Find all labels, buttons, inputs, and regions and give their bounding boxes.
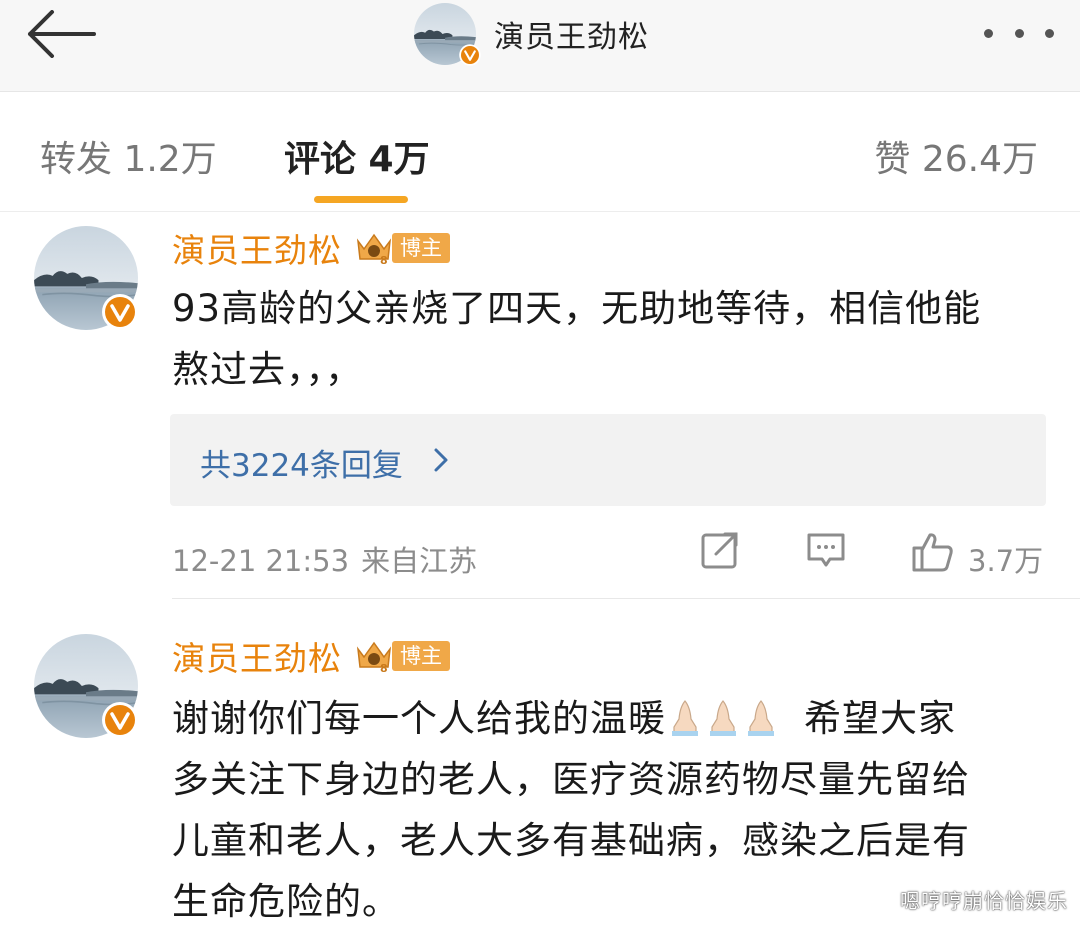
like-count: 3.7万 — [968, 544, 1044, 578]
more-button[interactable] — [984, 26, 1054, 40]
praying-hands-icon — [672, 700, 698, 736]
avatar[interactable] — [34, 226, 138, 330]
author-row: 演员王劲松 8 博主 — [172, 224, 450, 272]
praying-hands-icon — [710, 700, 736, 736]
comment-text-line: 93高龄的父亲烧了四天，无助地等待，相信他能 — [172, 287, 982, 330]
comment-text-line: 多关注下身边的老人，医疗资源药物尽量先留给 — [172, 758, 970, 801]
tab-repost[interactable]: 转发 1.2万 — [40, 130, 217, 182]
active-tab-indicator — [314, 196, 408, 203]
author-name[interactable]: 演员王劲松 — [172, 224, 342, 272]
comment-text-line: 儿童和老人，老人大多有基础病，感染之后是有 — [172, 819, 970, 862]
comment-content: 93高龄的父亲烧了四天，无助地等待，相信他能 熬过去，，， — [172, 278, 1052, 400]
comment-text-line: 谢谢你们每一个人给我的温暖 希望大家 — [172, 697, 956, 740]
verified-icon — [458, 43, 482, 67]
blogger-badge: 博主 — [392, 641, 450, 671]
timestamp: 12-21 21:53 — [172, 544, 350, 578]
verified-icon — [100, 700, 140, 740]
author-name[interactable]: 演员王劲松 — [172, 632, 342, 680]
more-dots-icon — [984, 28, 993, 38]
comment-icon[interactable] — [806, 530, 846, 570]
svg-text:8: 8 — [380, 662, 388, 673]
replies-count: 共3224条回复 — [200, 448, 403, 484]
tab-like[interactable]: 赞 26.4万 — [874, 130, 1038, 182]
thumbs-up-icon[interactable] — [910, 530, 954, 574]
replies-link[interactable]: 共3224条回复 — [170, 414, 1046, 506]
comment-meta: 12-21 21:53 来自江苏 3.7万 — [172, 530, 1050, 580]
chevron-right-icon — [434, 448, 448, 472]
avatar[interactable] — [414, 3, 476, 65]
crown-rank-icon: 8 — [356, 233, 392, 265]
avatar[interactable] — [34, 634, 138, 738]
page-title: 演员王劲松 — [494, 20, 649, 55]
top-nav-bar: 演员王劲松 — [0, 0, 1080, 92]
comment-text-line: 熬过去，，， — [172, 348, 363, 391]
divider — [172, 598, 1080, 599]
verified-icon — [100, 292, 140, 332]
location: 来自江苏 — [361, 544, 478, 578]
tab-bar: 转发 1.2万 评论 4万 赞 26.4万 — [0, 92, 1080, 212]
watermark: 嗯哼哼崩恰恰娱乐 — [900, 889, 1068, 913]
crown-rank-icon: 8 — [356, 641, 392, 673]
nav-profile[interactable]: 演员王劲松 — [414, 2, 649, 66]
blogger-badge: 博主 — [392, 233, 450, 263]
author-row: 演员王劲松 8 博主 — [172, 632, 450, 680]
back-arrow-icon — [28, 10, 96, 58]
share-icon[interactable] — [700, 530, 740, 570]
back-button[interactable] — [24, 10, 98, 58]
praying-hands-icon — [748, 700, 774, 736]
svg-text:8: 8 — [380, 254, 388, 265]
